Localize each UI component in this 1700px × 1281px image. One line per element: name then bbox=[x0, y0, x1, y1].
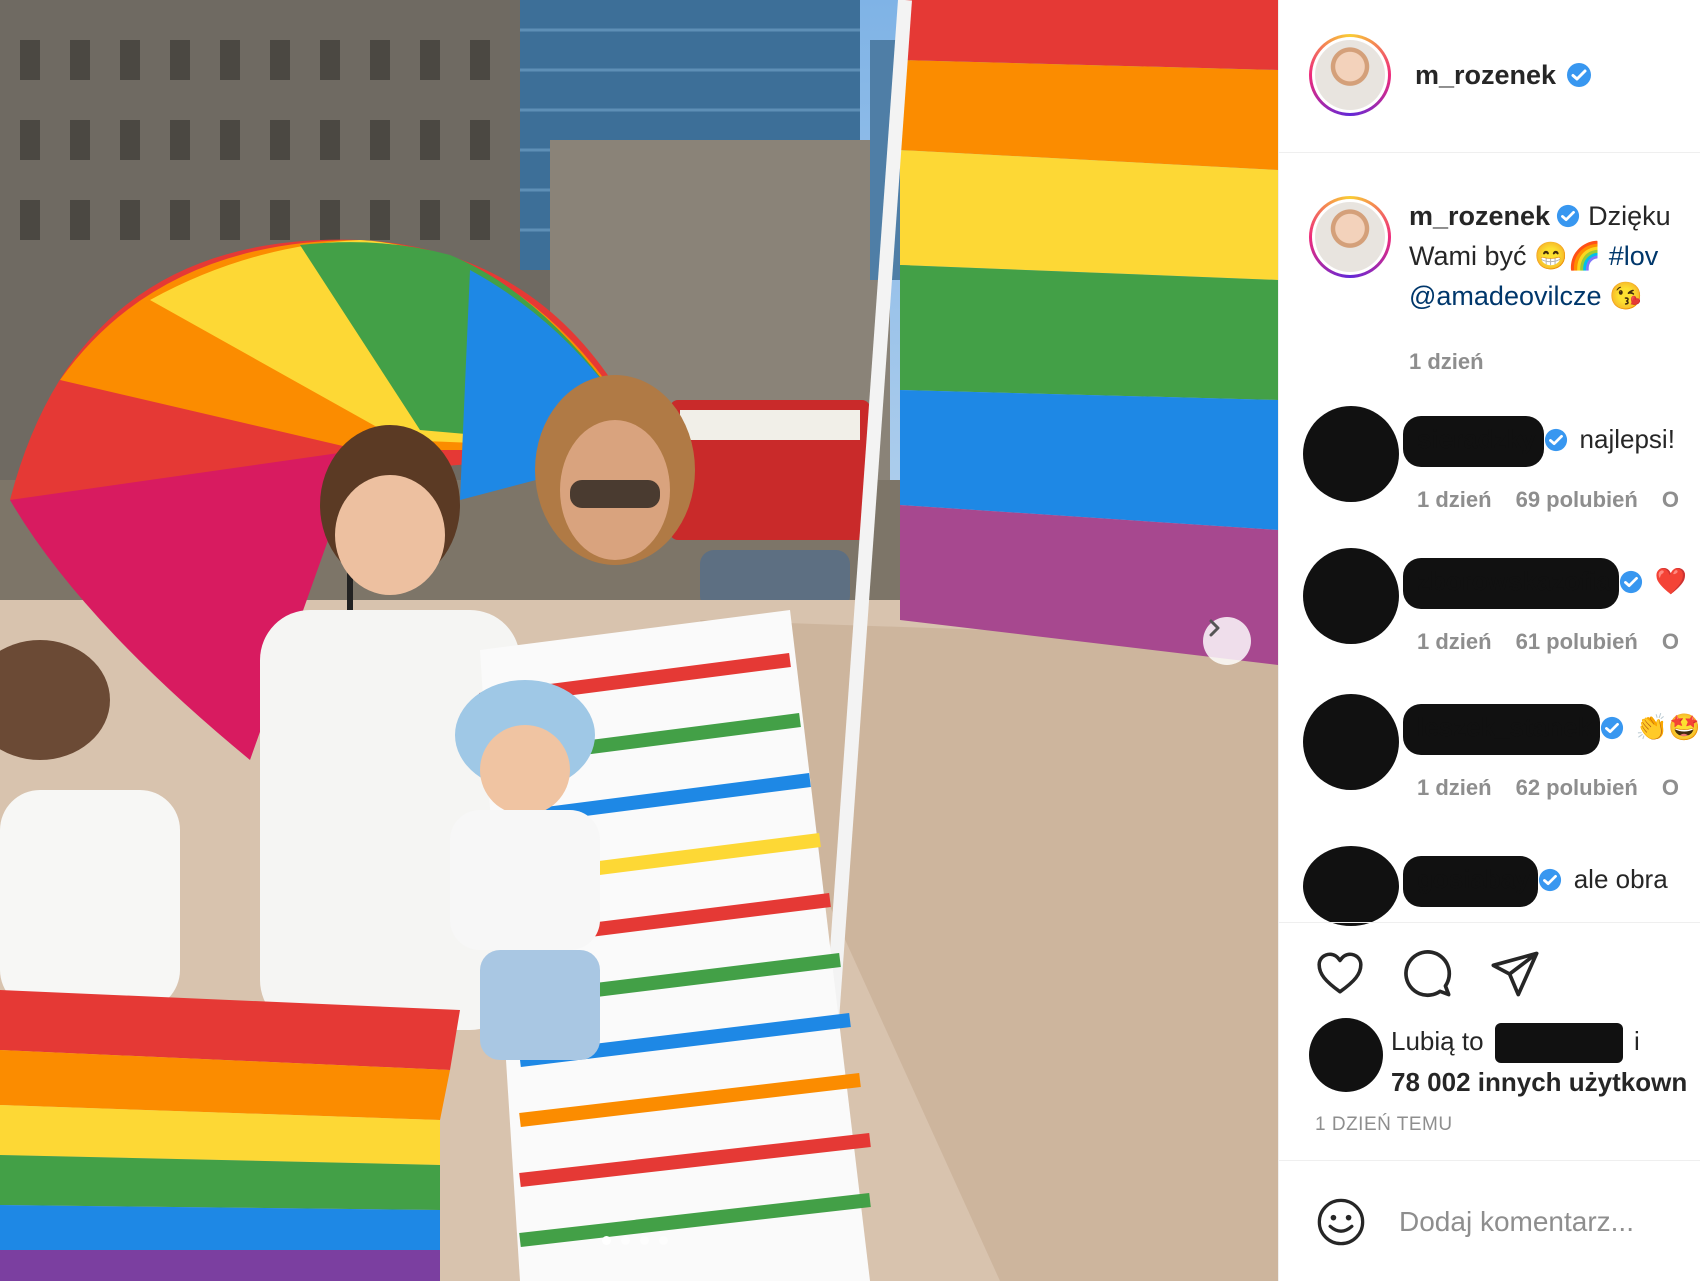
add-comment-bar bbox=[1315, 1196, 1700, 1248]
add-comment-divider bbox=[1279, 1160, 1700, 1161]
carousel-dot bbox=[659, 1236, 668, 1245]
comments-divider bbox=[1279, 922, 1700, 923]
comment-username[interactable]: gosiabay bbox=[1403, 856, 1538, 907]
verified-badge-icon bbox=[1567, 63, 1592, 87]
comment-likes[interactable]: 62 polubień bbox=[1516, 775, 1638, 801]
carousel-dot bbox=[621, 1236, 630, 1245]
comment-avatar[interactable] bbox=[1303, 846, 1399, 926]
verified-badge-icon bbox=[1557, 204, 1580, 228]
likes-summary: Lubią to i 78 002 innych użytkown bbox=[1309, 1018, 1687, 1101]
comment-reply[interactable]: O bbox=[1662, 775, 1679, 801]
comment-item: sieradzky najlepsi! 1 dzień 69 polubień … bbox=[1303, 406, 1679, 513]
comment-username[interactable]: leszek_stanek bbox=[1403, 704, 1600, 755]
post-caption: m_rozenek Dzięku Wami być 😁🌈 #lov @amade… bbox=[1309, 196, 1700, 382]
comment-username[interactable]: sieradzky bbox=[1403, 416, 1544, 467]
comment-time: 1 dzień bbox=[1417, 775, 1492, 800]
emoji-icon[interactable] bbox=[1315, 1196, 1367, 1248]
likes-count[interactable]: 78 002 innych użytkown bbox=[1391, 1067, 1687, 1097]
caption-body-line2: Wami być 😁🌈 bbox=[1409, 241, 1602, 271]
share-icon[interactable] bbox=[1489, 948, 1541, 1000]
caption-avatar[interactable] bbox=[1309, 196, 1391, 278]
chevron-right-icon bbox=[1209, 619, 1220, 637]
header-divider bbox=[1279, 152, 1700, 153]
post-photo[interactable] bbox=[0, 0, 1278, 1281]
caption-body-start: Dzięku bbox=[1588, 201, 1671, 231]
verified-badge-icon bbox=[1600, 716, 1623, 739]
heart-icon[interactable] bbox=[1315, 948, 1365, 998]
carousel-dot bbox=[602, 1236, 611, 1245]
rainbow-flag-small bbox=[0, 990, 460, 1281]
caption-hashtag[interactable]: #lov bbox=[1609, 241, 1659, 271]
post-timestamp[interactable]: 1 DZIEŃ TEMU bbox=[1315, 1114, 1453, 1136]
author-username[interactable]: m_rozenek bbox=[1415, 60, 1556, 91]
comment-avatar[interactable] bbox=[1303, 694, 1399, 790]
comment-likes[interactable]: 69 polubień bbox=[1516, 487, 1638, 513]
carousel-dot bbox=[640, 1236, 649, 1245]
comment-likes[interactable]: 61 polubień bbox=[1516, 629, 1638, 655]
comment-text: najlepsi! bbox=[1579, 424, 1675, 454]
comment-avatar[interactable] bbox=[1303, 406, 1399, 502]
post-side-panel: m_rozenek m_rozenek Dzięku Wami być 😁🌈 #… bbox=[1278, 0, 1700, 1281]
comment-username[interactable]: zborowskazofia bbox=[1403, 558, 1619, 609]
likes-prefix: Lubią to bbox=[1391, 1026, 1484, 1056]
comment-text: ale obra bbox=[1573, 864, 1668, 894]
author-avatar[interactable] bbox=[1309, 34, 1391, 116]
comment-icon[interactable] bbox=[1401, 948, 1453, 1000]
comment-item: zborowskazofia ❤️ 1 dzień 61 polubień O bbox=[1303, 548, 1687, 655]
caption-text: m_rozenek Dzięku Wami być 😁🌈 #lov @amade… bbox=[1409, 196, 1700, 382]
next-photo-button[interactable] bbox=[1203, 617, 1251, 665]
post-actions bbox=[1315, 948, 1541, 1000]
caption-emoji: 😘 bbox=[1609, 281, 1643, 311]
verified-badge-icon bbox=[1619, 570, 1642, 593]
caption-username[interactable]: m_rozenek bbox=[1409, 196, 1550, 236]
liker-avatar[interactable] bbox=[1309, 1018, 1383, 1092]
photo-illustration bbox=[0, 0, 1278, 1281]
caption-time: 1 dzień bbox=[1409, 349, 1484, 374]
comment-time: 1 dzień bbox=[1417, 487, 1492, 512]
add-comment-input[interactable] bbox=[1397, 1205, 1700, 1239]
comment-item: gosiabay ale obra bbox=[1303, 846, 1668, 926]
likes-suffix: i bbox=[1634, 1026, 1640, 1056]
comment-time: 1 dzień bbox=[1417, 629, 1492, 654]
post-header: m_rozenek bbox=[1309, 34, 1592, 116]
comment-reply[interactable]: O bbox=[1662, 629, 1679, 655]
comment-item: leszek_stanek 👏🤩 1 dzień 62 polubień O bbox=[1303, 694, 1700, 801]
caption-mention[interactable]: @amadeovilcze bbox=[1409, 281, 1602, 311]
verified-badge-icon bbox=[1544, 428, 1567, 451]
redaction-box bbox=[1494, 1023, 1623, 1064]
comment-text: 👏🤩 bbox=[1635, 712, 1700, 742]
verified-badge-icon bbox=[1538, 868, 1561, 891]
comment-text: ❤️ bbox=[1654, 566, 1687, 596]
carousel-indicator bbox=[602, 1236, 668, 1245]
comment-avatar[interactable] bbox=[1303, 548, 1399, 644]
comment-reply[interactable]: O bbox=[1662, 487, 1679, 513]
rainbow-flag-large bbox=[900, 0, 1278, 665]
